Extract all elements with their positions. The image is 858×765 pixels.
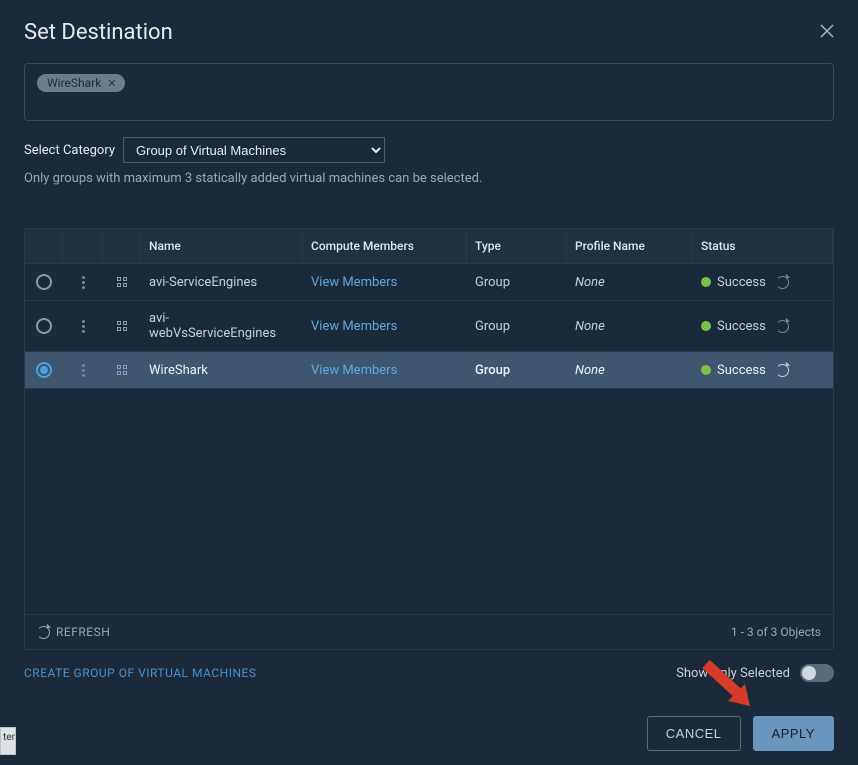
group-icon [117,321,127,331]
cancel-button[interactable]: CANCEL [647,716,741,751]
destination-chip-field[interactable]: WireShark ✕ [24,63,834,121]
dialog-footer: CANCEL APPLY [24,716,834,751]
table-header: Name Compute Members Type Profile Name S… [25,229,833,264]
cell-type: Group [467,301,567,351]
cell-profile: None [567,301,693,351]
refresh-icon[interactable] [776,276,789,289]
cell-name: WireShark [141,352,303,388]
th-select [25,229,63,263]
set-destination-dialog: Set Destination WireShark ✕ Select Categ… [0,0,858,765]
table-footer: REFRESH 1 - 3 of 3 Objects [25,614,833,649]
row-radio[interactable] [36,318,52,334]
cell-profile: None [567,264,693,300]
table-row[interactable]: avi-ServiceEngines View Members Group No… [25,264,833,301]
table-row[interactable]: WireShark View Members Group None Succes… [25,352,833,389]
th-menu [63,229,103,263]
category-select[interactable]: Group of Virtual Machines [123,137,385,163]
row-radio[interactable] [36,362,52,378]
chip-wireshark[interactable]: WireShark ✕ [37,74,125,92]
th-type[interactable]: Type [467,229,567,263]
category-label: Select Category [24,143,115,158]
kebab-menu-icon[interactable] [82,320,85,333]
kebab-menu-icon[interactable] [82,364,85,377]
show-only-toggle[interactable] [800,664,834,682]
category-row: Select Category Group of Virtual Machine… [24,137,834,163]
show-only-selected: Show Only Selected [676,664,834,682]
group-icon [117,277,127,287]
chip-label: WireShark [47,76,101,90]
th-compute[interactable]: Compute Members [303,229,467,263]
close-icon[interactable] [820,23,834,42]
th-profile[interactable]: Profile Name [567,229,693,263]
cell-status: Success [693,301,833,351]
create-group-link[interactable]: CREATE GROUP OF VIRTUAL MACHINES [24,666,256,680]
cell-status: Success [693,264,833,300]
status-dot-icon [701,321,711,331]
view-members-link[interactable]: View Members [311,275,397,290]
table-body: avi-ServiceEngines View Members Group No… [25,264,833,614]
refresh-icon[interactable] [776,364,789,377]
th-status[interactable]: Status [693,229,833,263]
chip-remove-icon[interactable]: ✕ [107,77,116,90]
offscreen-stub: ter [0,727,16,755]
view-members-link[interactable]: View Members [311,363,397,378]
table-row[interactable]: avi-webVsServiceEngines View Members Gro… [25,301,833,352]
dialog-title: Set Destination [24,20,173,45]
th-name[interactable]: Name [141,229,303,263]
cell-type: Group [467,264,567,300]
th-icon [103,229,141,263]
cell-profile: None [567,352,693,388]
status-dot-icon [701,277,711,287]
kebab-menu-icon[interactable] [82,276,85,289]
cell-status: Success [693,352,833,388]
status-dot-icon [701,365,711,375]
row-radio[interactable] [36,274,52,290]
refresh-button[interactable]: REFRESH [37,625,110,639]
cell-type: Group [467,352,567,388]
view-members-link[interactable]: View Members [311,319,397,334]
pagination-count: 1 - 3 of 3 Objects [731,625,821,639]
apply-button[interactable]: APPLY [753,716,834,751]
refresh-icon [37,626,50,639]
cell-name: avi-webVsServiceEngines [141,301,303,351]
below-table-row: CREATE GROUP OF VIRTUAL MACHINES Show On… [24,664,834,682]
refresh-icon[interactable] [776,320,789,333]
dialog-header: Set Destination [24,20,834,45]
cell-name: avi-ServiceEngines [141,264,303,300]
groups-table: Name Compute Members Type Profile Name S… [24,228,834,650]
category-helper: Only groups with maximum 3 statically ad… [24,171,834,186]
group-icon [117,365,127,375]
